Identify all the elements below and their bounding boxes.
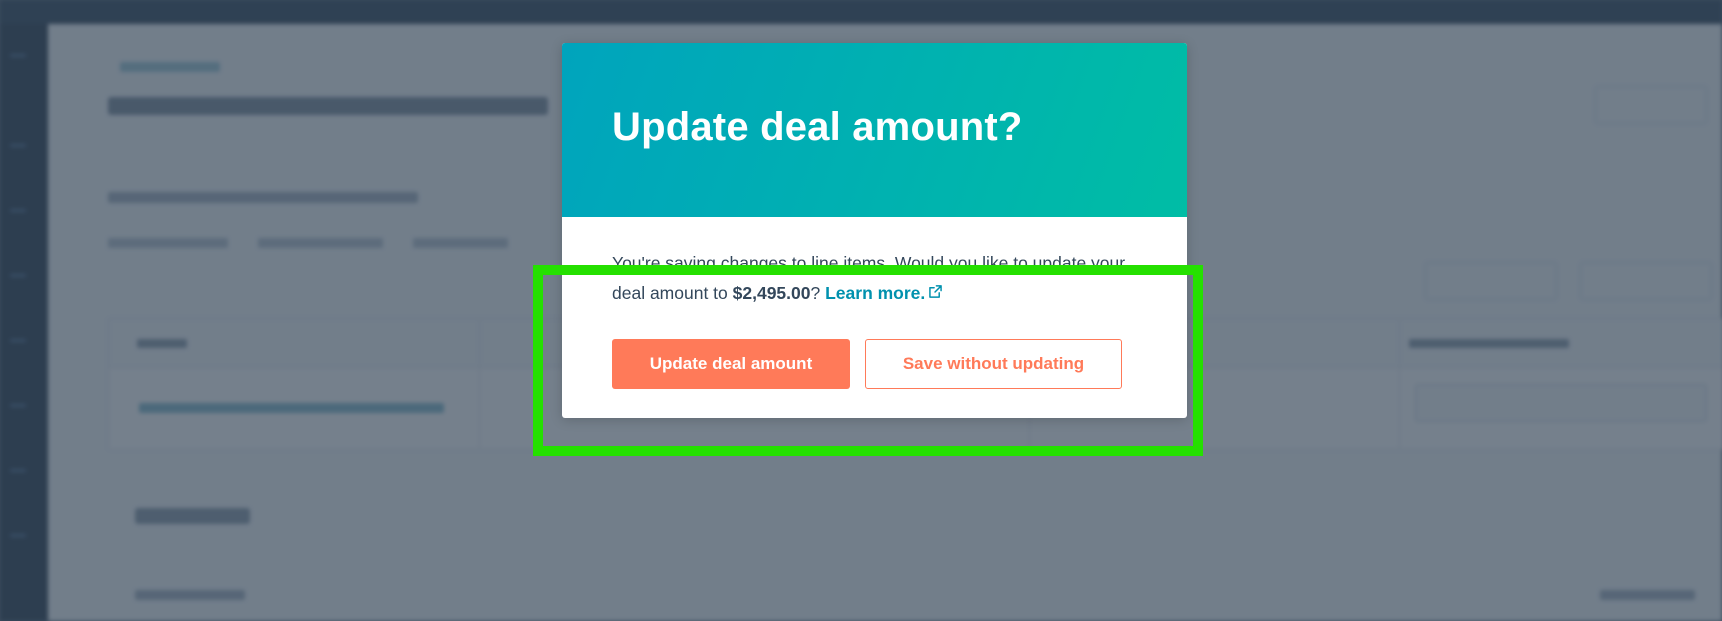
dialog-message-suffix: ? <box>810 283 826 303</box>
deal-amount-value: $2,495.00 <box>732 283 811 303</box>
update-deal-amount-button[interactable]: Update deal amount <box>612 339 850 389</box>
dialog-title: Update deal amount? <box>612 105 1023 149</box>
external-link-icon <box>929 285 943 298</box>
dialog-header: Update deal amount? <box>562 43 1187 217</box>
learn-more-label: Learn more. <box>825 283 926 303</box>
update-deal-amount-dialog: Update deal amount? You're saving change… <box>562 43 1187 418</box>
save-without-updating-button[interactable]: Save without updating <box>865 339 1122 389</box>
learn-more-link[interactable]: Learn more. <box>825 283 943 303</box>
dialog-message: You're saving changes to line items. Wou… <box>612 248 1142 308</box>
